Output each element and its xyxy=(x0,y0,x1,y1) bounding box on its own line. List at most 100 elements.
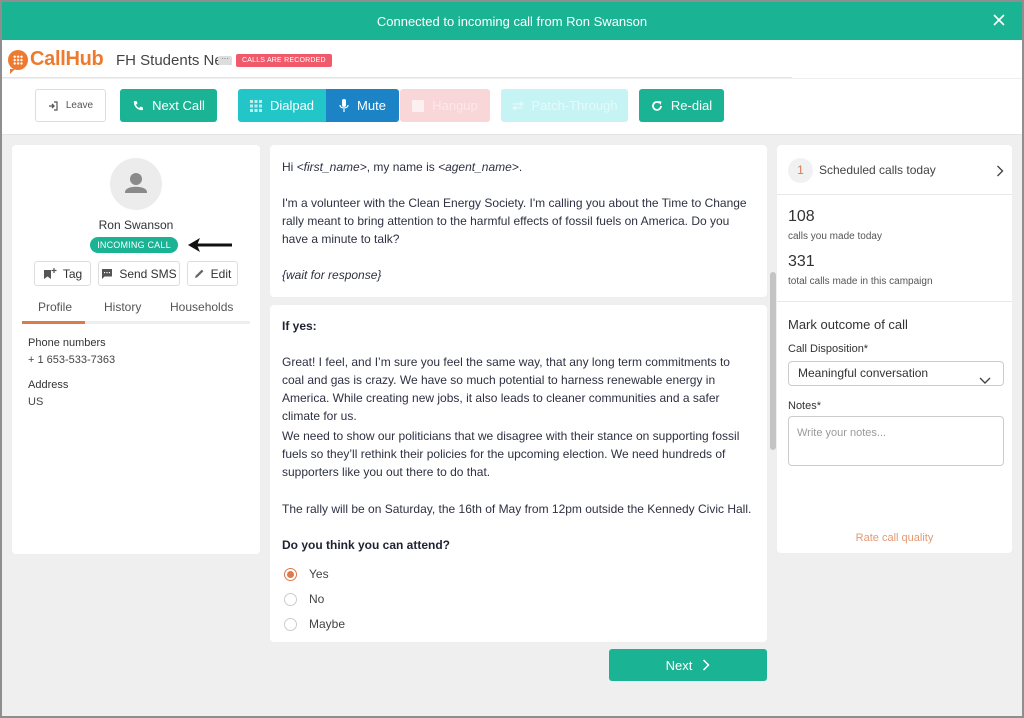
tab-households[interactable]: Households xyxy=(170,300,233,314)
radio-maybe[interactable]: Maybe xyxy=(284,617,345,631)
radio-maybe-label: Maybe xyxy=(309,617,346,631)
bookmark-plus-icon xyxy=(43,267,57,280)
callhub-logo: CallHub xyxy=(8,48,104,74)
outcome-title: Mark outcome of call xyxy=(788,317,908,332)
patch-through-button[interactable]: Patch-Through xyxy=(501,89,628,122)
tab-history[interactable]: History xyxy=(104,300,141,314)
calls-today-count: 108 xyxy=(788,208,815,225)
radio-yes[interactable]: Yes xyxy=(284,567,329,581)
radio-checked-icon xyxy=(284,567,297,581)
campaign-name: FH Students Nea xyxy=(116,52,232,69)
script-para-2: We need to show our politicians that we … xyxy=(282,429,740,479)
redial-icon xyxy=(651,100,663,112)
send-sms-button[interactable]: Send SMS xyxy=(98,261,180,286)
greeting-end: . xyxy=(518,160,523,174)
disposition-label: Call Disposition* xyxy=(788,343,869,355)
radio-no-label: No xyxy=(309,592,325,606)
agent-name-placeholder: <agent_name> xyxy=(438,160,519,174)
if-yes-wrap: If yes: xyxy=(282,317,752,335)
phone-number-value: + 1 653-533-7363 xyxy=(28,354,116,366)
person-icon xyxy=(125,173,147,193)
contact-card: Ron Swanson INCOMING CALL Tag Send SMS E… xyxy=(12,145,260,554)
chevron-right-icon xyxy=(996,164,1004,182)
script-scrollbar[interactable] xyxy=(770,145,776,642)
divider xyxy=(777,301,1012,302)
dialpad-button[interactable]: Dialpad xyxy=(238,89,326,122)
dialpad-label: Dialpad xyxy=(269,98,315,113)
next-call-button[interactable]: Next Call xyxy=(120,89,217,122)
tag-button[interactable]: Tag xyxy=(34,261,91,286)
redial-button[interactable]: Re-dial xyxy=(639,89,724,122)
script-body-card: If yes: Great! I feel, and I’m sure you … xyxy=(270,305,767,642)
hangup-label: Hangup xyxy=(432,98,478,113)
first-name-placeholder: <first_name> xyxy=(296,160,367,174)
next-call-label: Next Call xyxy=(152,98,205,113)
close-icon[interactable] xyxy=(990,11,1008,29)
script-para-3: The rally will be on Saturday, the 16th … xyxy=(282,502,752,516)
scheduled-calls-row[interactable]: 1 Scheduled calls today xyxy=(777,145,1012,195)
message-icon xyxy=(101,268,113,280)
contact-name: Ron Swanson xyxy=(98,218,174,232)
address-value: US xyxy=(28,396,44,408)
send-sms-label: Send SMS xyxy=(119,266,177,281)
banner-message: Connected to incoming call from Ron Swan… xyxy=(376,13,648,29)
connection-banner: Connected to incoming call from Ron Swan… xyxy=(2,2,1022,40)
edit-button[interactable]: Edit xyxy=(187,261,238,286)
scheduled-label: Scheduled calls today xyxy=(819,163,936,177)
question-wrap: Do you think you can attend? xyxy=(282,536,752,554)
header-spacer xyxy=(792,40,1022,78)
notes-input[interactable] xyxy=(788,416,1004,466)
logo-icon xyxy=(8,49,28,74)
sign-out-icon xyxy=(48,100,58,111)
more-icon[interactable]: ··· xyxy=(218,55,232,65)
attend-question: Do you think you can attend? xyxy=(282,538,451,552)
radio-unchecked-icon xyxy=(284,592,297,606)
chevron-right-icon xyxy=(702,659,710,671)
leave-button[interactable]: Leave xyxy=(35,89,106,122)
pencil-icon xyxy=(194,268,205,279)
rate-call-quality-link[interactable]: Rate call quality xyxy=(777,532,1012,544)
redial-label: Re-dial xyxy=(670,98,713,113)
edit-label: Edit xyxy=(210,266,232,281)
script-greeting: Hi <first_name>, my name is <agent_name>… xyxy=(282,158,752,176)
script-intro-card: Hi <first_name>, my name is <agent_name>… xyxy=(270,145,767,297)
disposition-select[interactable]: Meaningful conversation xyxy=(788,361,1004,386)
next-button[interactable]: Next xyxy=(609,649,767,681)
mute-label: Mute xyxy=(357,98,386,113)
total-calls-label: total calls made in this campaign xyxy=(788,276,933,287)
active-tab-indicator xyxy=(22,321,85,324)
microphone-icon xyxy=(339,98,349,113)
phone-icon xyxy=(132,100,144,112)
script-wait: {wait for response} xyxy=(282,268,382,282)
transfer-icon xyxy=(511,100,524,111)
total-calls-count: 331 xyxy=(788,253,815,270)
patch-through-label: Patch-Through xyxy=(531,98,618,113)
next-label: Next xyxy=(665,657,693,673)
script-intro: I'm a volunteer with the Clean Energy So… xyxy=(282,196,747,246)
notes-label: Notes* xyxy=(788,400,822,412)
script-para-1: Great! I feel, and I’m sure you feel the… xyxy=(282,355,730,423)
radio-no[interactable]: No xyxy=(284,592,324,606)
address-label: Address xyxy=(28,379,69,391)
radio-unchecked-icon xyxy=(284,617,297,631)
script-wait-wrap: {wait for response} xyxy=(282,266,752,284)
arrow-left-icon xyxy=(186,236,234,259)
avatar xyxy=(110,158,162,210)
tag-label: Tag xyxy=(62,266,83,281)
tab-profile[interactable]: Profile xyxy=(38,300,72,314)
mute-button[interactable]: Mute xyxy=(326,89,399,122)
stop-icon xyxy=(412,99,425,112)
calls-recorded-badge: CALLS ARE RECORDED xyxy=(236,54,332,67)
hangup-button[interactable]: Hangup xyxy=(400,89,490,122)
disposition-value: Meaningful conversation xyxy=(798,366,929,380)
callhub-agent-console: Connected to incoming call from Ron Swan… xyxy=(2,2,1022,716)
greeting-hi: Hi xyxy=(282,160,297,174)
contact-tabs: Profile History Households xyxy=(22,300,250,326)
chevron-down-icon xyxy=(979,370,991,393)
call-toolbar: Leave Next Call Dialpad Mute Hangup Patc… xyxy=(2,79,1022,135)
scrollbar-thumb[interactable] xyxy=(770,272,776,450)
if-yes-heading: If yes: xyxy=(282,319,317,333)
calls-today-label: calls you made today xyxy=(788,231,882,242)
greeting-mid: , my name is xyxy=(366,160,439,174)
radio-yes-label: Yes xyxy=(309,567,329,581)
